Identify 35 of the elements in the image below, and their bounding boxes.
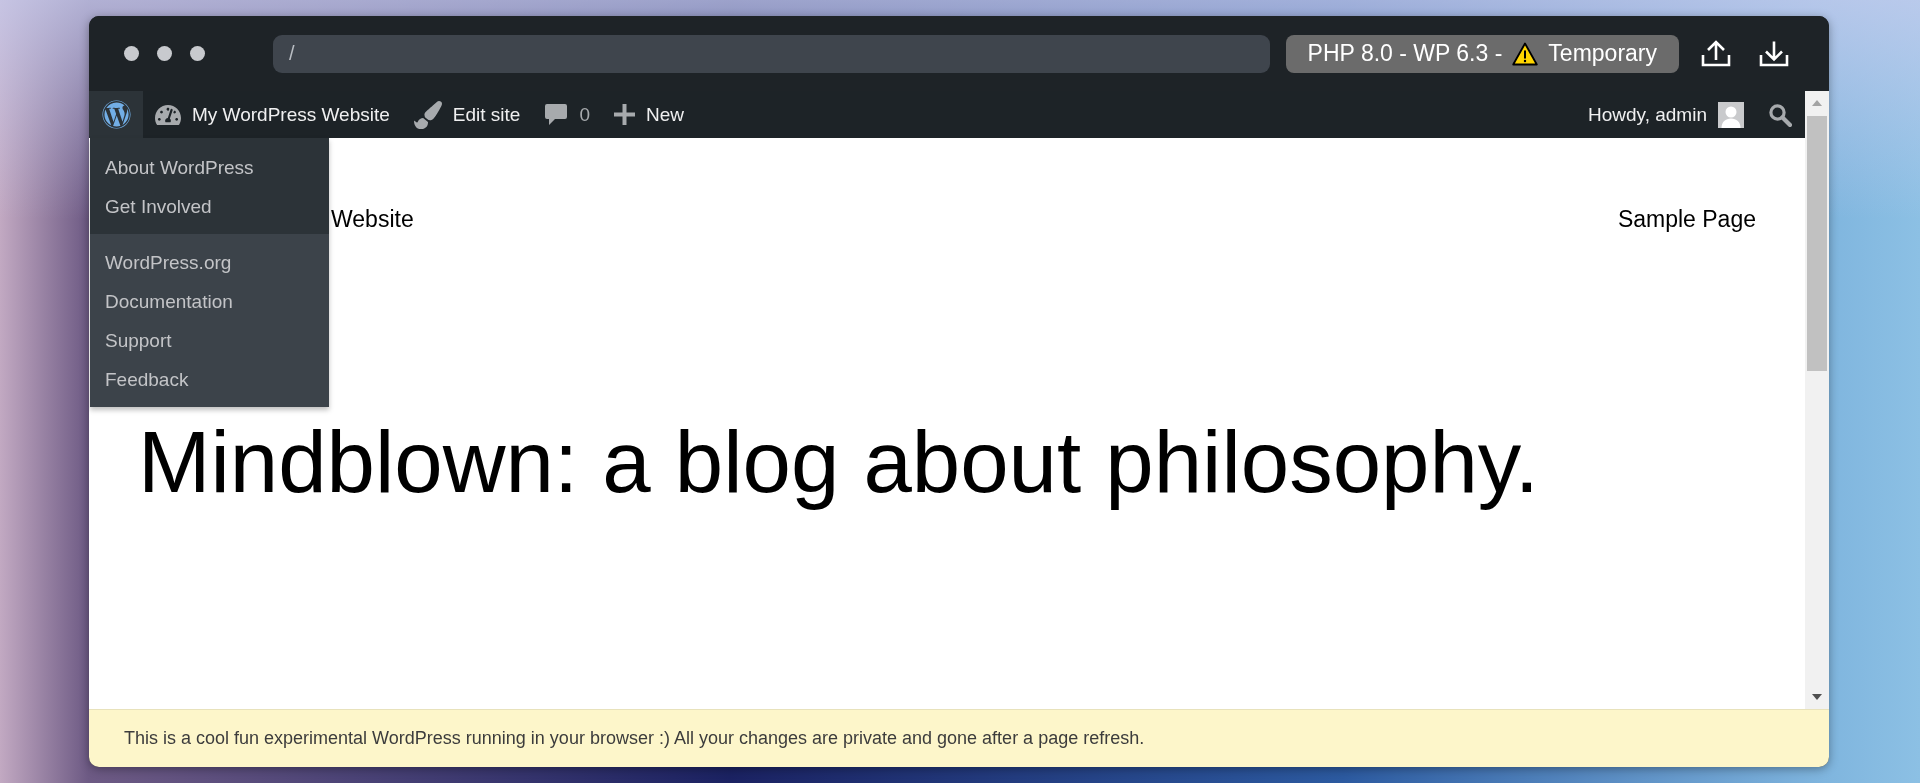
warning-icon bbox=[1512, 41, 1539, 66]
paintbrush-icon bbox=[413, 100, 442, 129]
scrollbar-thumb[interactable] bbox=[1807, 116, 1827, 371]
notice-text: This is a cool fun experimental WordPress running in your browser :) All your changes are private and gone after a page refresh. bbox=[124, 728, 1145, 749]
environment-badge[interactable]: PHP 8.0 - WP 6.3 - Temporary bbox=[1285, 34, 1679, 73]
search-button[interactable] bbox=[1768, 102, 1792, 127]
speech-bubble-icon bbox=[544, 103, 569, 126]
logo-button[interactable] bbox=[89, 91, 143, 138]
menu-item[interactable]: Feedback bbox=[105, 367, 189, 392]
comments-link[interactable]: 0 bbox=[544, 100, 590, 129]
search-icon bbox=[1768, 102, 1792, 127]
menu-item[interactable]: Get Involved bbox=[105, 194, 212, 219]
site-name-link[interactable]: My WordPress Website bbox=[155, 100, 390, 129]
menu-item[interactable]: About WordPress bbox=[105, 155, 254, 180]
download-icon bbox=[1759, 40, 1789, 67]
avatar-icon bbox=[1718, 101, 1744, 128]
scroll-down-arrow-icon[interactable] bbox=[1812, 694, 1822, 700]
upload-icon bbox=[1701, 40, 1731, 67]
plus-icon bbox=[613, 104, 635, 125]
wordpress-logo-icon bbox=[101, 100, 131, 129]
new-menu-link[interactable]: New bbox=[613, 100, 684, 129]
menu-item[interactable]: Documentation bbox=[105, 289, 233, 314]
page-heading: Mindblown: a blog about philosophy. bbox=[138, 412, 1540, 512]
window-dot-icon[interactable] bbox=[190, 46, 205, 61]
upload-button[interactable] bbox=[1701, 40, 1731, 67]
address-field[interactable]: / bbox=[273, 34, 1270, 73]
menu-item[interactable]: Support bbox=[105, 328, 172, 353]
nav-link[interactable]: Sample Page bbox=[1617, 205, 1756, 234]
menu-item[interactable]: WordPress.org bbox=[105, 250, 232, 275]
window-dot-icon[interactable] bbox=[124, 46, 139, 61]
site-title[interactable]: Website bbox=[331, 205, 414, 234]
download-button[interactable] bbox=[1759, 40, 1789, 67]
window-dot-icon[interactable] bbox=[157, 46, 172, 61]
account-menu-link[interactable]: Howdy, admin bbox=[1588, 100, 1744, 129]
edit-site-link[interactable]: Edit site bbox=[413, 100, 521, 129]
